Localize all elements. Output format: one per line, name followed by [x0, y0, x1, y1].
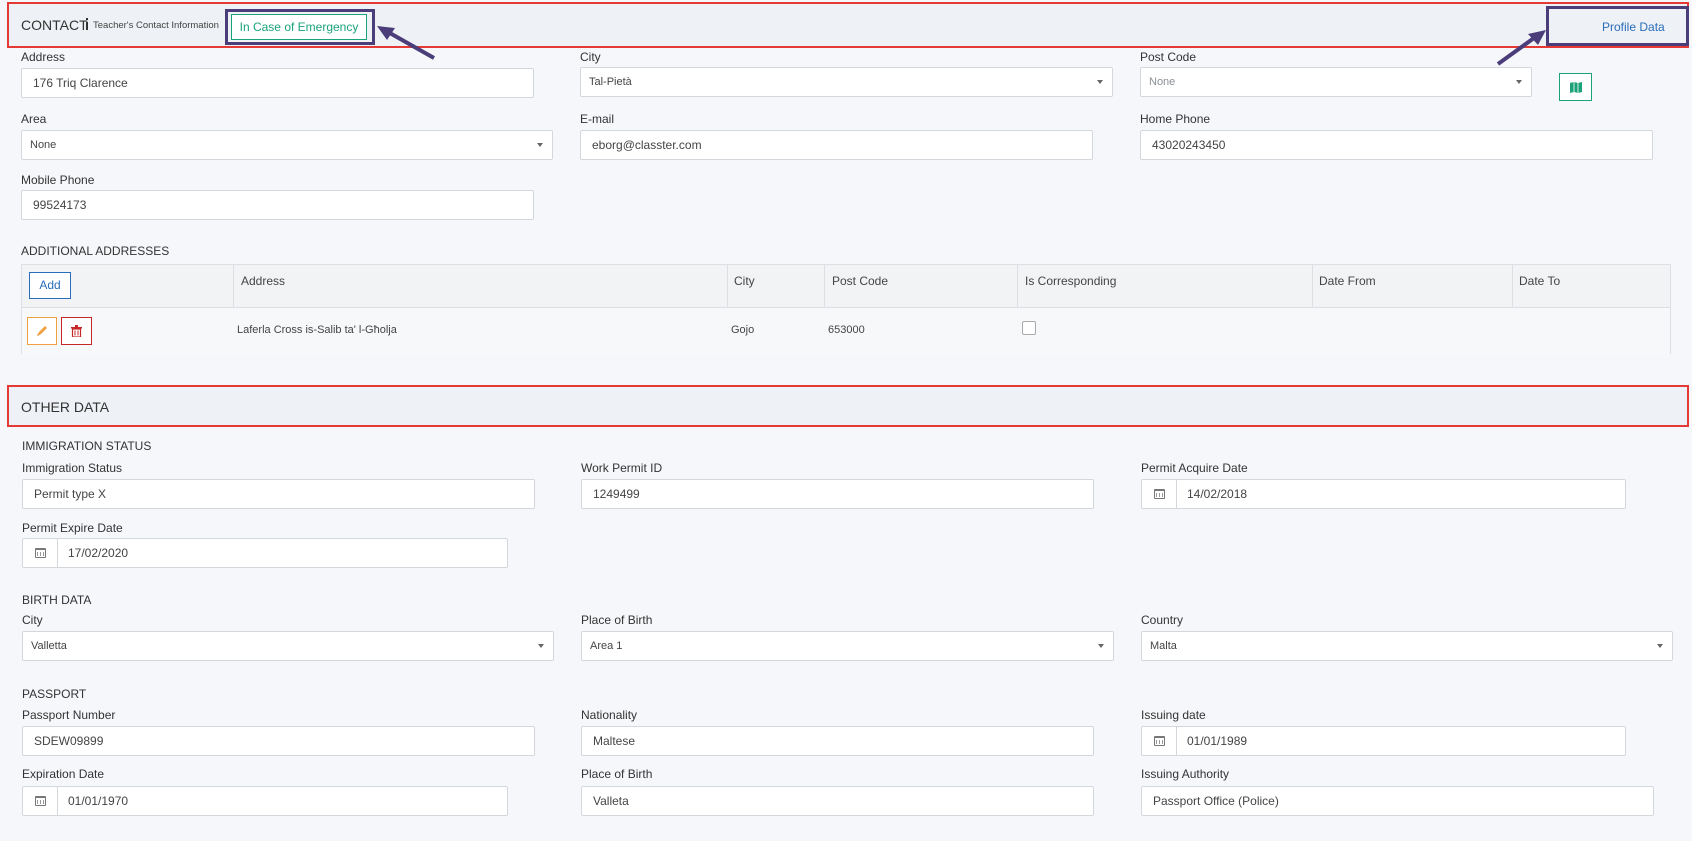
col-header-address: Address [241, 274, 286, 288]
col-divider [1017, 265, 1018, 307]
nationality-input[interactable]: Maltese [581, 726, 1094, 756]
birth-city-select-value: Valletta [31, 640, 67, 652]
col-header-is-corresponding: Is Corresponding [1025, 274, 1117, 288]
issuing-date-value: 01/01/1989 [1187, 734, 1248, 748]
edit-row-button[interactable] [27, 317, 57, 345]
passport-number-input[interactable]: SDEW09899 [22, 726, 535, 756]
col-header-city: City [734, 274, 755, 288]
passport-place-of-birth-label: Place of Birth [581, 767, 653, 781]
work-permit-id-label: Work Permit ID [581, 461, 663, 475]
calendar-icon[interactable] [23, 787, 58, 815]
immigration-status-title: IMMIGRATION STATUS [22, 439, 152, 453]
chevron-down-icon [1097, 80, 1103, 84]
additional-addresses-title: ADDITIONAL ADDRESSES [21, 244, 170, 258]
row-post-code: 653000 [828, 324, 865, 336]
chevron-down-icon [537, 143, 543, 147]
permit-acquire-date-field[interactable]: 14/02/2018 [1141, 479, 1626, 509]
home-phone-label: Home Phone [1140, 112, 1211, 126]
birth-place-select[interactable]: Area 1 [581, 631, 1114, 661]
immigration-status-input[interactable]: Permit type X [22, 479, 535, 509]
address-input[interactable]: 176 Triq Clarence [21, 68, 534, 98]
issuing-authority-label: Issuing Authority [1141, 767, 1230, 781]
postcode-select[interactable]: None [1140, 67, 1532, 97]
expiration-date-value: 01/01/1970 [68, 794, 129, 808]
map-button[interactable] [1559, 73, 1592, 101]
delete-row-button[interactable] [61, 317, 92, 345]
other-data-title: OTHER DATA [21, 399, 110, 415]
nationality-label: Nationality [581, 708, 638, 722]
issuing-date-label: Issuing date [1141, 708, 1206, 722]
map-icon [1569, 81, 1582, 93]
trash-icon [71, 325, 82, 337]
birth-city-label: City [22, 613, 43, 627]
expiration-date-field[interactable]: 01/01/1970 [22, 786, 508, 816]
issuing-authority-input[interactable]: Passport Office (Police) [1141, 786, 1654, 816]
col-divider [824, 265, 825, 307]
chevron-down-icon [1098, 644, 1104, 648]
pencil-icon [37, 326, 47, 336]
postcode-label: Post Code [1140, 50, 1197, 64]
email-input[interactable]: eborg@classter.com [580, 130, 1093, 160]
passport-place-of-birth-input[interactable]: Valleta [581, 786, 1094, 816]
birth-data-title: BIRTH DATA [22, 593, 92, 607]
permit-acquire-date-label: Permit Acquire Date [1141, 461, 1248, 475]
permit-expire-date-label: Permit Expire Date [22, 521, 123, 535]
calendar-icon[interactable] [1142, 480, 1177, 508]
city-label: City [580, 50, 601, 64]
calendar-icon[interactable] [1142, 727, 1177, 755]
passport-number-label: Passport Number [22, 708, 116, 722]
birth-place-select-value: Area 1 [590, 640, 623, 652]
birth-country-select-value: Malta [1150, 640, 1177, 652]
birth-city-select[interactable]: Valletta [22, 631, 554, 661]
area-select[interactable]: None [21, 130, 553, 160]
city-select[interactable]: Tal-Pietà [580, 67, 1113, 97]
issuing-date-field[interactable]: 01/01/1989 [1141, 726, 1626, 756]
birth-country-label: Country [1141, 613, 1184, 627]
birth-country-select[interactable]: Malta [1141, 631, 1673, 661]
chevron-down-icon [1516, 80, 1522, 84]
city-select-value: Tal-Pietà [589, 76, 632, 88]
col-header-date-to: Date To [1519, 274, 1561, 288]
area-label: Area [21, 112, 47, 126]
permit-acquire-date-value: 14/02/2018 [1187, 487, 1248, 501]
row-is-corresponding-checkbox[interactable] [1022, 321, 1036, 335]
work-permit-id-input[interactable]: 1249499 [581, 479, 1094, 509]
expiration-date-label: Expiration Date [22, 767, 105, 781]
row-address: Laferla Cross is-Salib ta' l-Għolja [237, 324, 397, 336]
area-select-value: None [30, 139, 57, 151]
address-label: Address [21, 50, 66, 64]
immigration-status-label: Immigration Status [22, 461, 123, 475]
add-address-button[interactable]: Add [29, 272, 71, 299]
birth-place-label: Place of Birth [581, 613, 653, 627]
permit-expire-date-field[interactable]: 17/02/2020 [22, 538, 508, 568]
chevron-down-icon [538, 644, 544, 648]
col-divider [1512, 265, 1513, 307]
home-phone-input[interactable]: 43020243450 [1140, 130, 1653, 160]
mobile-phone-label: Mobile Phone [21, 173, 95, 187]
col-divider [1312, 265, 1313, 307]
permit-expire-date-value: 17/02/2020 [68, 546, 129, 560]
mobile-phone-input[interactable]: 99524173 [21, 190, 534, 220]
col-divider [233, 265, 234, 307]
other-data-highlight [7, 385, 1689, 427]
postcode-select-value: None [1149, 76, 1176, 88]
col-header-post-code: Post Code [832, 274, 889, 288]
email-label: E-mail [580, 112, 615, 126]
row-city: Gojo [731, 324, 755, 336]
col-divider [727, 265, 728, 307]
calendar-icon[interactable] [23, 539, 58, 567]
chevron-down-icon [1657, 644, 1663, 648]
col-header-date-from: Date From [1319, 274, 1376, 288]
passport-title: PASSPORT [22, 687, 87, 701]
